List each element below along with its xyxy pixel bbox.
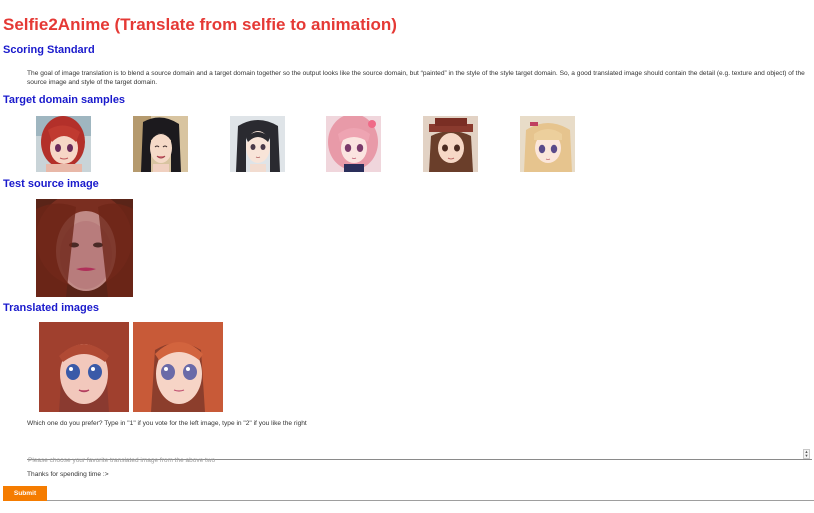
translated-images-heading: Translated images	[3, 302, 99, 314]
scoring-description: The goal of image translation is to blen…	[27, 70, 805, 86]
bottom-divider	[47, 500, 814, 501]
test-source-image	[36, 199, 133, 297]
page-title: Selfie2Anime (Translate from selfie to a…	[3, 15, 397, 34]
target-domain-heading: Target domain samples	[3, 94, 126, 106]
preference-question: Which one do you prefer? Type in "1" if …	[27, 420, 307, 427]
target-sample-6-image	[520, 116, 575, 172]
target-sample-3-image	[230, 116, 285, 172]
target-sample-4-image	[326, 116, 381, 172]
thanks-text: Thanks for spending time :>	[27, 471, 109, 478]
preference-input[interactable]	[27, 455, 797, 466]
preference-input-container: ▲▼	[27, 449, 812, 466]
target-sample-1-image	[36, 116, 91, 172]
translated-image-left	[39, 322, 129, 412]
target-sample-2-image	[133, 116, 188, 172]
target-sample-5-image	[423, 116, 478, 172]
scoring-standard-heading: Scoring Standard	[3, 44, 95, 56]
test-source-heading: Test source image	[3, 178, 99, 190]
number-spinner[interactable]: ▲ ▼	[803, 449, 810, 459]
translated-image-right	[133, 322, 223, 412]
submit-button[interactable]: Submit	[3, 486, 47, 501]
